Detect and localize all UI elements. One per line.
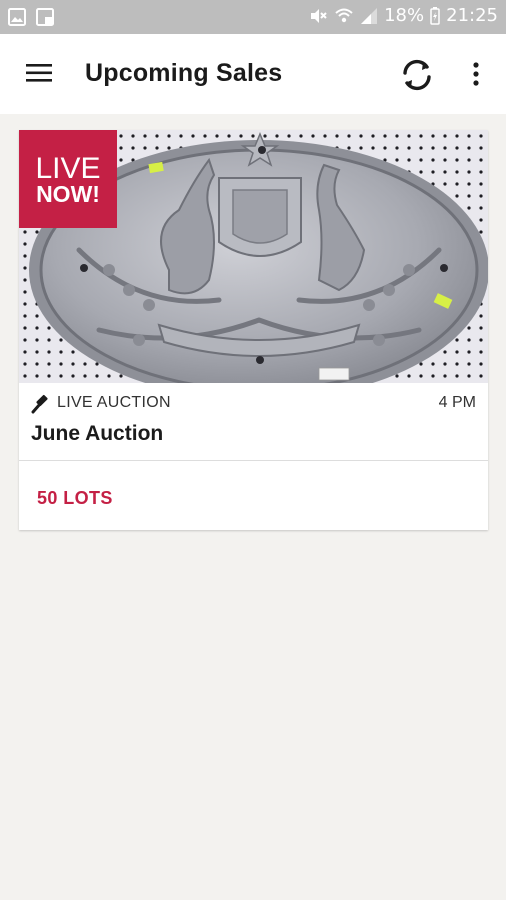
live-badge-line2: NOW! — [36, 181, 100, 207]
battery-percent: 18% — [384, 5, 425, 26]
sale-card[interactable]: LIVE NOW! LIVE AUCTION 4 PM June Auction… — [19, 130, 488, 530]
sale-time: 4 PM — [438, 394, 476, 411]
refresh-button[interactable] — [398, 56, 436, 94]
battery-charging-icon — [430, 6, 440, 25]
wifi-icon — [335, 8, 353, 22]
live-now-badge: LIVE NOW! — [19, 130, 117, 228]
mute-icon — [311, 8, 327, 23]
page-title: Upcoming Sales — [85, 59, 283, 87]
sale-cover-image: LIVE NOW! — [19, 130, 488, 383]
status-bar: 18% 21:25 — [0, 0, 506, 34]
gavel-icon — [31, 394, 48, 414]
clock: 21:25 — [446, 5, 498, 26]
lots-link[interactable]: 50 LOTS — [37, 488, 113, 509]
menu-icon — [26, 64, 52, 82]
more-options-button[interactable] — [462, 60, 490, 90]
sale-meta-row: LIVE AUCTION 4 PM — [19, 383, 488, 423]
more-vert-icon — [473, 62, 479, 86]
sale-title: June Auction — [31, 422, 164, 445]
sale-type-label: LIVE AUCTION — [57, 394, 171, 411]
status-bar-left — [8, 8, 54, 26]
signal-icon — [361, 7, 378, 24]
card-divider — [19, 460, 488, 461]
status-bar-right: 18% 21:25 — [308, 5, 498, 26]
app-bar: Upcoming Sales — [0, 34, 506, 114]
screenshot-icon — [36, 8, 54, 26]
image-icon — [8, 8, 26, 26]
menu-button[interactable] — [22, 60, 58, 88]
refresh-icon — [403, 59, 431, 91]
